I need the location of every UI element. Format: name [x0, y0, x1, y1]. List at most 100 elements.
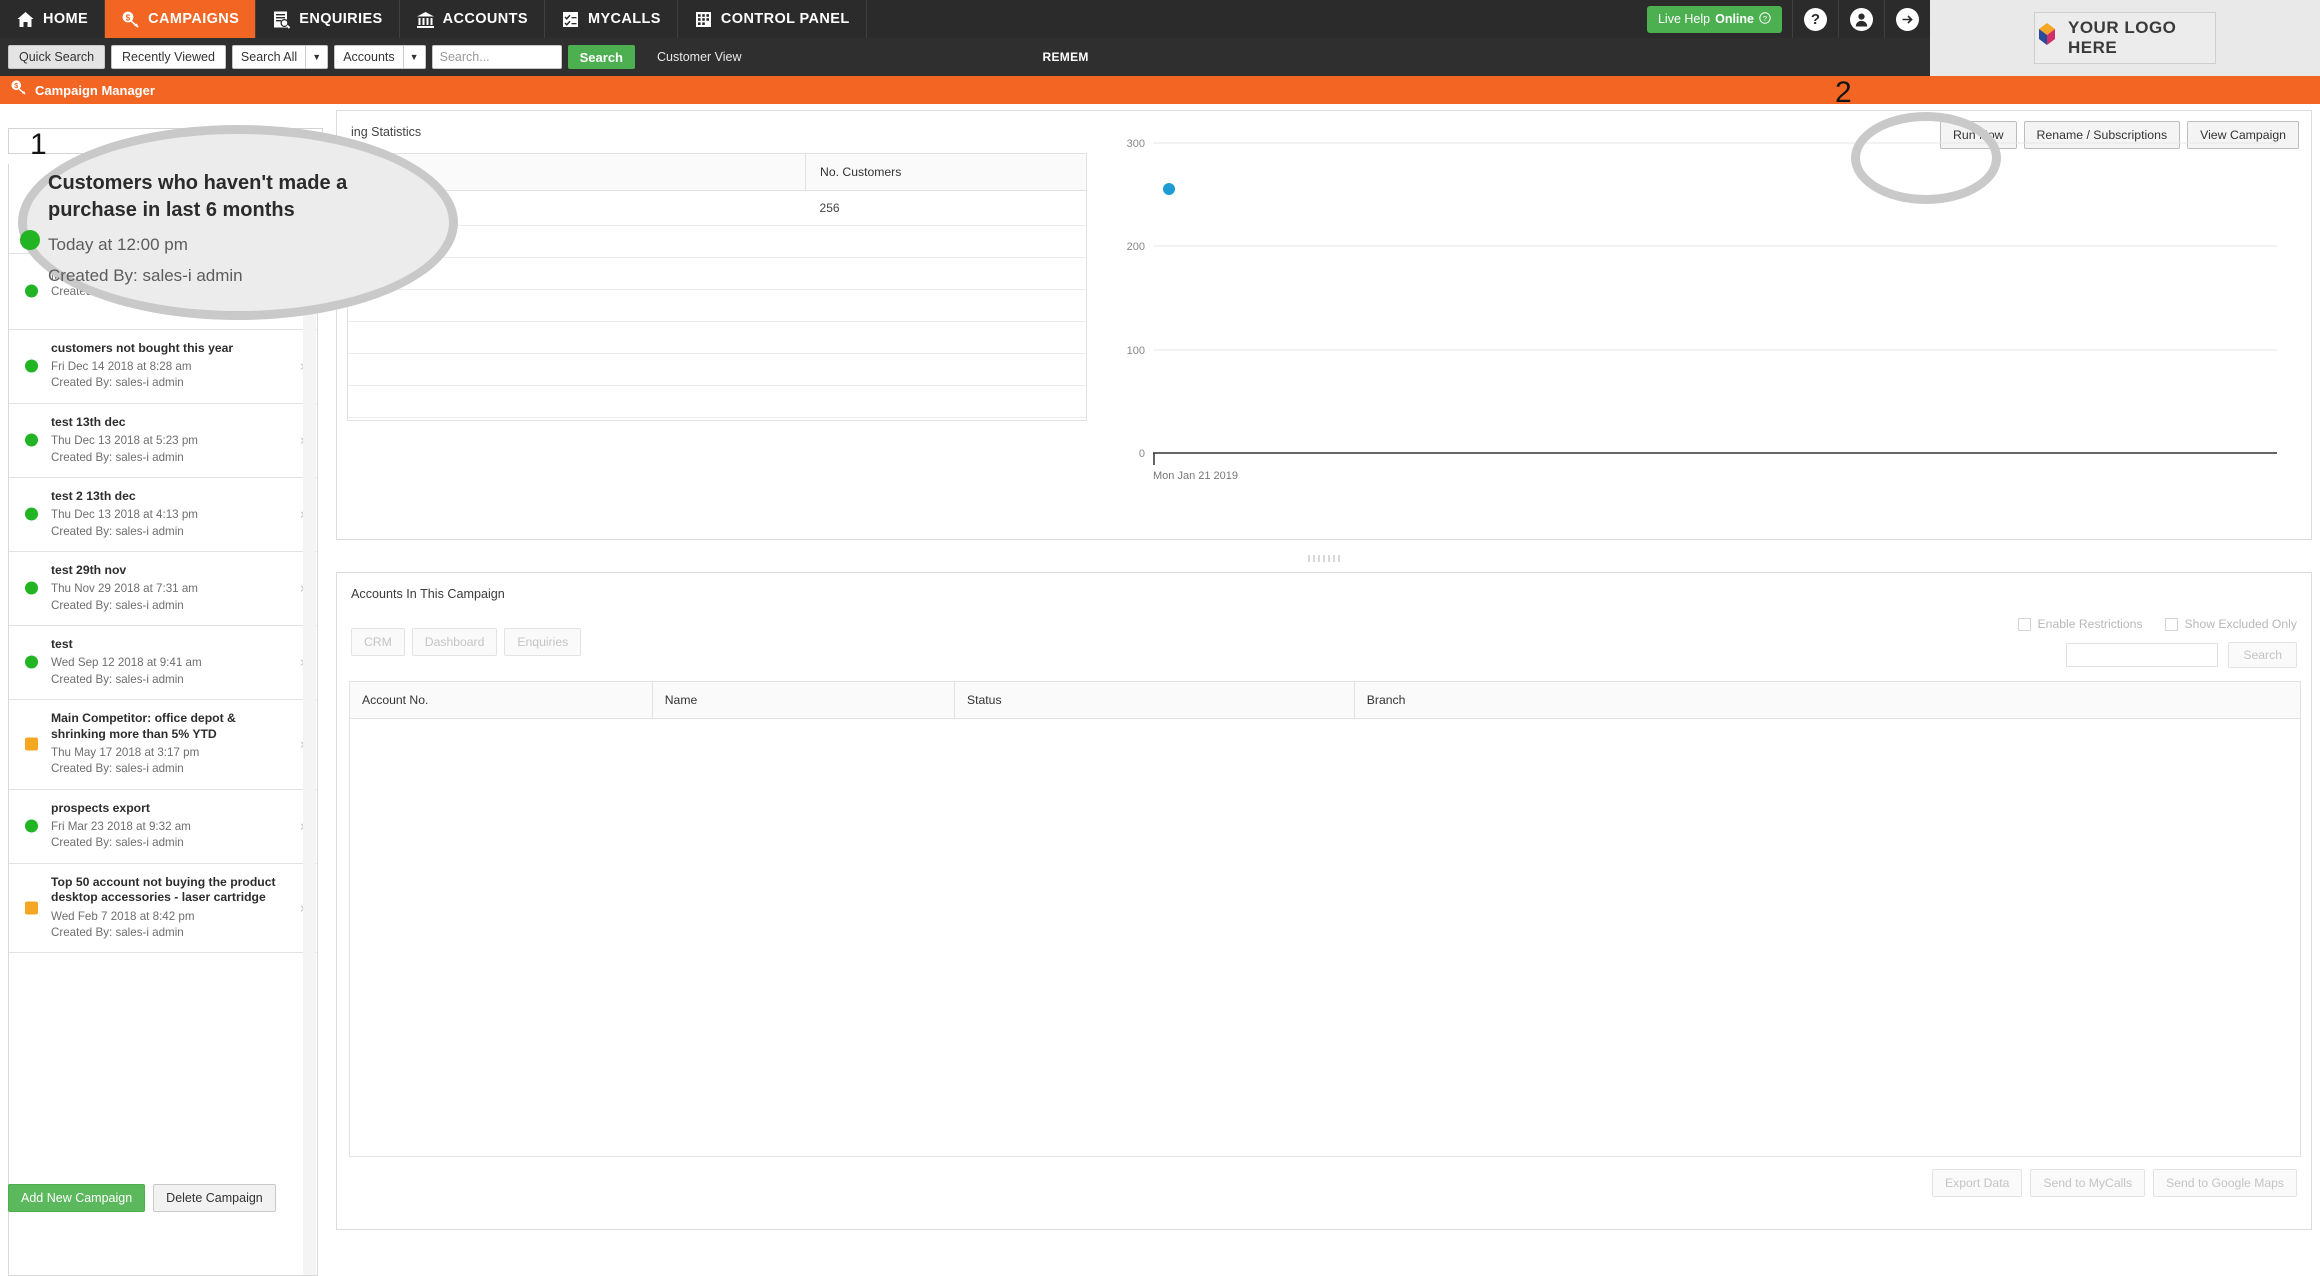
status-badge	[25, 359, 38, 373]
help-button[interactable]: ?	[1792, 0, 1838, 38]
y-tick-0: 0	[1139, 448, 1145, 460]
campaign-creator: Created By: sales-i admin	[51, 376, 184, 390]
accounts-search-input[interactable]	[2066, 643, 2219, 667]
table-row-empty	[348, 225, 1086, 258]
campaign-creator: Created By: sales-i admin	[51, 926, 184, 940]
tab-crm[interactable]: CRM	[351, 628, 405, 656]
send-to-google-maps-button[interactable]: Send to Google Maps	[2153, 1169, 2297, 1197]
campaign-creator: Created By: sales-i admin	[51, 524, 184, 538]
info-circle-icon: ?	[1759, 11, 1771, 27]
list-item[interactable]: test 29th nov Thu Nov 29 2018 at 7:31 am…	[9, 552, 317, 626]
sidebar-action-buttons: Add New Campaign Delete Campaign	[8, 1184, 276, 1212]
show-excluded-only-checkbox[interactable]: Show Excluded Only	[2164, 617, 2297, 631]
table-header-row: d No. Customers	[348, 154, 1086, 191]
home-icon	[16, 10, 35, 29]
search-entity-label: Accounts	[343, 50, 395, 64]
campaign-date: Thu Nov 29 2018 at 7:31 am	[51, 582, 198, 596]
status-badge	[25, 901, 38, 915]
send-to-mycalls-button[interactable]: Send to MyCalls	[2030, 1169, 2146, 1197]
svg-text:$: $	[126, 13, 131, 22]
accounts-view-tabs: CRM Dashboard Enquiries	[351, 628, 582, 656]
nav-label: ACCOUNTS	[442, 11, 528, 27]
cell-customers: 256	[805, 190, 1086, 226]
sidebar-scrollbar[interactable]	[303, 165, 316, 1275]
list-item[interactable]: Main Competitor: office depot & shrinkin…	[9, 700, 317, 790]
campaign-list: Customers who haven't made a purchase in…	[8, 164, 318, 1276]
status-badge	[25, 819, 38, 833]
remember-label: REMEM	[1042, 50, 1089, 64]
campaign-date: Fri Dec 14 2018 at 8:28 am	[51, 360, 192, 374]
nav-item-mycalls[interactable]: MYCALLS	[545, 0, 678, 38]
nav-label: CONTROL PANEL	[720, 11, 850, 27]
list-item[interactable]: prospects export Fri Mar 23 2018 at 9:32…	[9, 790, 317, 864]
campaign-creator: Created By: sales-i admin	[51, 762, 184, 776]
annotation-status-badge	[20, 230, 40, 250]
list-item[interactable]: customers not bought this year Fri Dec 1…	[9, 330, 317, 404]
logout-button[interactable]	[1884, 0, 1930, 38]
statistics-table: d No. Customers at 12:01 pm 256	[347, 153, 1087, 421]
nav-item-campaigns[interactable]: $ CAMPAIGNS	[105, 0, 257, 38]
table-body: at 12:01 pm 256	[348, 190, 1086, 418]
customer-view-link[interactable]: Customer View	[657, 50, 742, 64]
y-tick-300: 300	[1127, 138, 1145, 150]
nav-item-control-panel[interactable]: CONTROL PANEL	[678, 0, 867, 38]
main-content: ing Statistics Run Now Rename / Subscrip…	[336, 110, 2312, 1230]
annotation-callout-content: Customers who haven't made a purchase in…	[48, 170, 418, 286]
campaign-title: Top 50 account not buying the product de…	[51, 874, 276, 905]
user-avatar-icon	[1850, 7, 1873, 31]
column-header-name[interactable]: Name	[652, 682, 956, 719]
search-input-placeholder: Search...	[439, 50, 490, 64]
table-row-empty	[348, 385, 1086, 418]
page-title-bar: $ Campaign Manager	[0, 76, 2320, 104]
campaign-icon: $	[10, 79, 27, 101]
column-header-branch[interactable]: Branch	[1354, 682, 2300, 719]
account-button[interactable]	[1838, 0, 1884, 38]
nav-item-home[interactable]: HOME	[0, 0, 106, 38]
list-item[interactable]: Top 50 account not buying the product de…	[9, 864, 317, 954]
nav-item-enquiries[interactable]: ENQUIRIES	[256, 0, 400, 38]
table-row-empty	[348, 257, 1086, 290]
table-row-empty	[348, 321, 1086, 354]
checklist-icon	[561, 10, 580, 29]
campaign-history-chart: 300 200 100 0 Mon Jan 21 2019	[1097, 131, 2297, 501]
nav-item-accounts[interactable]: ACCOUNTS	[400, 0, 545, 38]
campaign-date: Wed Sep 12 2018 at 9:41 am	[51, 656, 202, 670]
recently-viewed-tab[interactable]: Recently Viewed	[111, 45, 226, 69]
live-help-status: Online	[1715, 12, 1754, 26]
export-data-button[interactable]: Export Data	[1932, 1169, 2023, 1197]
list-item[interactable]: test 2 13th dec Thu Dec 13 2018 at 4:13 …	[9, 478, 317, 552]
tab-dashboard[interactable]: Dashboard	[411, 628, 498, 656]
campaign-title: test 2 13th dec	[51, 488, 136, 503]
add-new-campaign-button[interactable]: Add New Campaign	[8, 1184, 146, 1212]
search-entity-select[interactable]: Accounts ▼	[334, 45, 426, 69]
status-badge	[25, 581, 38, 595]
accounts-search-button[interactable]: Search	[2228, 642, 2297, 668]
table-row-empty	[348, 353, 1086, 386]
campaign-creator: Created By: sales-i admin	[51, 672, 184, 686]
list-item[interactable]: test 13th dec Thu Dec 13 2018 at 5:23 pm…	[9, 404, 317, 478]
status-badge	[25, 433, 38, 447]
company-logo: YOUR LOGO HERE	[2034, 12, 2216, 64]
enquiries-icon	[272, 10, 291, 29]
search-button[interactable]: Search	[567, 45, 635, 69]
y-tick-100: 100	[1127, 345, 1145, 357]
search-scope-select[interactable]: Search All ▼	[231, 45, 329, 69]
delete-campaign-button[interactable]: Delete Campaign	[153, 1184, 276, 1212]
tab-enquiries[interactable]: Enquiries	[504, 628, 582, 656]
chart-svg: 300 200 100 0 Mon Jan 21 2019	[1127, 138, 2277, 482]
search-input[interactable]: Search...	[431, 45, 562, 69]
annotation-highlight-ellipse-run-now	[1851, 112, 2001, 204]
annotation-marker-1: 1	[30, 128, 47, 161]
accounts-panel: Accounts In This Campaign CRM Dashboard …	[336, 572, 2312, 1230]
panel-resize-handle[interactable]	[336, 546, 2312, 570]
table-row[interactable]: at 12:01 pm 256	[348, 190, 1086, 226]
quick-search-tab[interactable]: Quick Search	[8, 45, 106, 69]
nav-label: HOME	[43, 11, 89, 27]
campaign-statistics-panel: ing Statistics Run Now Rename / Subscrip…	[336, 110, 2312, 540]
enable-restrictions-checkbox[interactable]: Enable Restrictions	[2017, 617, 2143, 631]
accounts-table: Account No. Name Status Branch	[349, 681, 2301, 1157]
column-header-status[interactable]: Status	[954, 682, 1355, 719]
column-header-account-no[interactable]: Account No.	[350, 682, 653, 719]
live-help-button[interactable]: Live Help Online ?	[1646, 5, 1782, 33]
list-item[interactable]: test Wed Sep 12 2018 at 9:41 am Created …	[9, 626, 317, 700]
